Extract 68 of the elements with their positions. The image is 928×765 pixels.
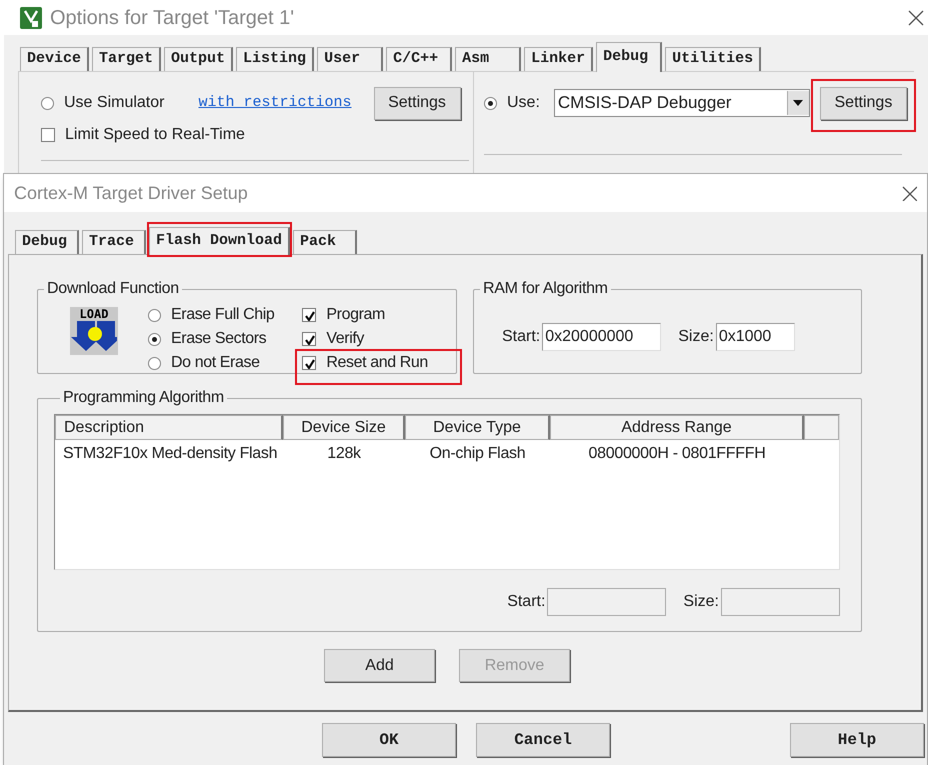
radio-label: Erase Full Chip [171, 305, 274, 325]
table-cell-text: STM32F10x Med-density Flash [62, 444, 278, 464]
checkbox[interactable] [302, 308, 316, 322]
group-title: RAM for Algorithm [482, 279, 609, 299]
icon-text: LOAD [80, 307, 108, 321]
caret-icon [793, 100, 804, 106]
checkbox[interactable] [41, 128, 55, 142]
app-icon [20, 6, 42, 28]
column-header[interactable]: Device Size [283, 415, 405, 440]
input-field[interactable]: 0x1000 [716, 323, 795, 351]
checkbox[interactable] [302, 356, 316, 370]
radio-label: Use Simulator [64, 93, 164, 113]
checkbox[interactable] [302, 332, 316, 346]
input-field[interactable] [721, 588, 840, 616]
window-title: Cortex-M Target Driver Setup [14, 182, 248, 205]
download-arrows-icon [71, 321, 117, 353]
radio-button[interactable] [484, 96, 497, 110]
dropdown[interactable]: CMSIS-DAP Debugger [554, 89, 810, 117]
field-label: Start: [502, 327, 540, 347]
tab[interactable]: Target [92, 47, 162, 71]
button[interactable]: Add [324, 649, 435, 682]
radio-button[interactable] [148, 308, 161, 322]
radio-label: Erase Sectors [171, 329, 266, 349]
input-field[interactable] [547, 588, 666, 616]
tab[interactable]: Flash Download [149, 227, 290, 255]
field-label: Start: [507, 592, 546, 612]
radio-label: Do not Erase [171, 353, 260, 373]
radio-label: Use: [507, 93, 540, 113]
tab[interactable]: Debug [596, 42, 662, 72]
button[interactable]: Cancel [476, 723, 610, 757]
group-title: Download Function [46, 279, 180, 299]
tab[interactable]: Pack [293, 230, 358, 254]
tab[interactable]: Output [164, 47, 234, 71]
link[interactable]: with restrictions [198, 92, 352, 114]
radio-button[interactable] [148, 356, 161, 370]
table-cell-text: 08000000H - 0801FFFFH [588, 444, 766, 464]
input-field[interactable]: 0x20000000 [542, 323, 662, 351]
radio-button[interactable] [41, 96, 54, 110]
close-icon [908, 10, 924, 26]
column-header[interactable]: Device Type [405, 415, 550, 440]
checkbox-label: Program [326, 305, 385, 325]
tab[interactable]: C/C++ [386, 47, 452, 71]
group-title: Programming Algorithm [62, 388, 225, 408]
field-label: Size: [683, 592, 719, 612]
tab[interactable]: Device [20, 47, 90, 71]
checkbox-label: Verify [326, 329, 364, 349]
button[interactable]: Settings [820, 86, 907, 120]
tab[interactable]: Linker [524, 47, 594, 71]
column-header[interactable]: Address Range [550, 415, 804, 440]
table-cell-text: 128k [326, 444, 362, 464]
table-cell-text: On-chip Flash [428, 444, 526, 464]
dropdown-value: CMSIS-DAP Debugger [556, 92, 732, 114]
window-title: Options for Target 'Target 1' [50, 6, 294, 30]
tab[interactable]: Asm [455, 47, 522, 71]
checkbox-label: Limit Speed to Real-Time [65, 125, 245, 145]
tab[interactable]: Listing [236, 47, 314, 71]
tab[interactable]: Debug [15, 230, 79, 254]
field-label: Size: [678, 327, 714, 347]
tab[interactable]: Utilities [665, 47, 762, 71]
column-header[interactable]: Description [55, 415, 283, 440]
button[interactable]: OK [322, 723, 456, 757]
close-icon [902, 186, 917, 200]
tab[interactable]: Trace [82, 230, 146, 254]
checkbox-label: Reset and Run [326, 353, 428, 373]
radio-button[interactable] [148, 332, 161, 346]
button[interactable]: Help [790, 723, 924, 757]
tab[interactable]: User [317, 47, 384, 71]
button[interactable]: Settings [374, 86, 461, 120]
